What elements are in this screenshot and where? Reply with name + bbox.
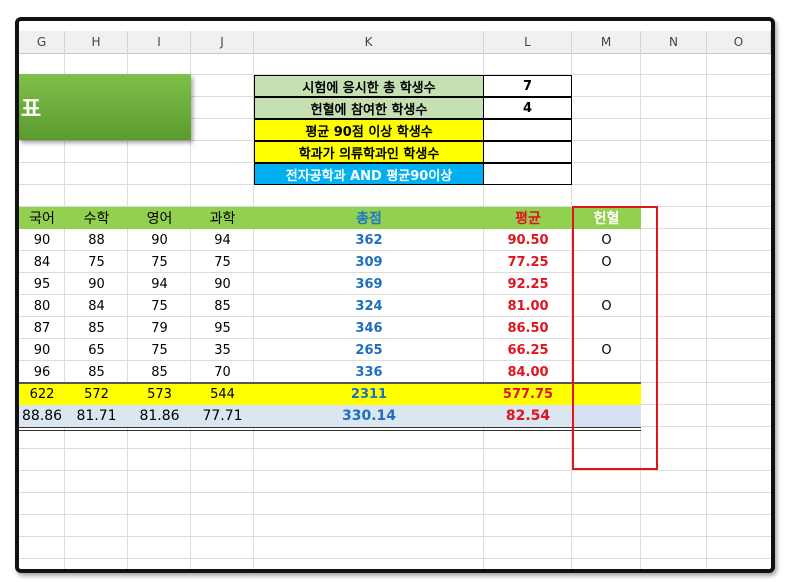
table-data-cell: 95 <box>33 276 51 292</box>
average-row-cell: 77.71 <box>191 405 254 427</box>
info-label: 시험에 응시한 총 학생수 <box>254 75 484 97</box>
table-data-cell: 95 <box>214 320 231 336</box>
average-row-cell: 330.14 <box>254 405 484 427</box>
table-data-cell: 94 <box>151 276 168 292</box>
table-data-cell: 79 <box>151 320 168 336</box>
table-border-bottom <box>19 430 641 431</box>
table-header-cell: 총점 <box>254 207 484 229</box>
table-data-cell: 85 <box>88 320 105 336</box>
table-data-cell: 85 <box>214 298 231 314</box>
table-header-cell: 수학 <box>65 207 128 229</box>
table-data-cell: 96 <box>33 364 51 380</box>
table-data-cell: 75 <box>151 254 168 270</box>
column-header-h[interactable]: H <box>65 31 128 53</box>
table-data-cell: 90 <box>33 342 51 358</box>
column-header-g[interactable]: G <box>19 31 65 53</box>
title-banner: 표 <box>19 74 191 140</box>
table-data-cell: 90 <box>214 276 231 292</box>
info-label: 평균 90점 이상 학생수 <box>254 119 484 141</box>
table-data-cell: 75 <box>88 254 105 270</box>
table-data-cell: 84.00 <box>507 364 549 380</box>
table-data-cell: 75 <box>151 342 168 358</box>
table-data-cell: 84 <box>88 298 105 314</box>
average-row-cell: 82.54 <box>484 405 572 427</box>
gridline-horizontal <box>19 448 771 449</box>
table-data-cell: 86.50 <box>507 320 549 336</box>
column-header-l[interactable]: L <box>484 31 572 53</box>
table-data-cell: 90 <box>151 232 168 248</box>
table-data-cell: 369 <box>355 276 383 292</box>
table-data-cell: 85 <box>88 364 105 380</box>
gridline-horizontal <box>19 492 771 493</box>
table-data-cell: 85 <box>151 364 168 380</box>
info-value[interactable] <box>483 163 572 185</box>
sum-row-cell: 573 <box>128 384 191 405</box>
highlight-box <box>572 206 658 470</box>
column-header-i[interactable]: I <box>128 31 191 53</box>
table-data-cell: 265 <box>355 342 383 358</box>
table-data-cell: 309 <box>355 254 383 270</box>
table-data-cell: 87 <box>33 320 51 336</box>
info-value[interactable]: 4 <box>483 97 572 119</box>
spreadsheet-window: GHIJKLMNO 표 시험에 응시한 총 학생수 7 헌혈에 참여한 학생수 4 평균 … <box>15 17 775 573</box>
table-data-cell: 81.00 <box>507 298 549 314</box>
spreadsheet-grid: GHIJKLMNO 표 시험에 응시한 총 학생수 7 헌혈에 참여한 학생수 4 평균 … <box>19 21 771 569</box>
info-label: 학과가 의류학과인 학생수 <box>254 141 484 163</box>
column-header-j[interactable]: J <box>191 31 254 53</box>
column-header-o[interactable]: O <box>707 31 771 53</box>
table-data-cell: 336 <box>355 364 383 380</box>
table-data-cell: 362 <box>355 232 383 248</box>
sum-row-cell: 544 <box>191 384 254 405</box>
info-value[interactable] <box>483 141 572 163</box>
table-header-cell: 영어 <box>128 207 191 229</box>
gridline-horizontal <box>19 558 771 559</box>
table-data-cell: 80 <box>33 298 51 314</box>
column-header-k[interactable]: K <box>254 31 484 53</box>
table-data-cell: 75 <box>214 254 231 270</box>
sum-row-cell: 577.75 <box>484 384 572 405</box>
table-data-cell: 90.50 <box>507 232 549 248</box>
gridline-horizontal <box>19 514 771 515</box>
table-data-cell: 92.25 <box>507 276 549 292</box>
gridline-horizontal <box>19 470 771 471</box>
average-row-cell: 88.86 <box>19 405 65 427</box>
table-header-cell: 평균 <box>484 207 572 229</box>
table-data-cell: 65 <box>88 342 105 358</box>
table-data-cell: 75 <box>151 298 168 314</box>
info-label: 헌혈에 참여한 학생수 <box>254 97 484 119</box>
table-border-bottom <box>19 427 641 428</box>
info-value[interactable]: 7 <box>483 75 572 97</box>
average-row-cell: 81.71 <box>65 405 128 427</box>
info-value[interactable] <box>483 119 572 141</box>
table-data-cell: 90 <box>88 276 105 292</box>
sum-row-cell: 2311 <box>254 384 484 405</box>
average-row-cell: 81.86 <box>128 405 191 427</box>
column-header-m[interactable]: M <box>572 31 641 53</box>
table-data-cell: 35 <box>214 342 231 358</box>
table-data-cell: 324 <box>355 298 383 314</box>
table-header-cell: 과학 <box>191 207 254 229</box>
table-data-cell: 77.25 <box>507 254 549 270</box>
table-data-cell: 88 <box>88 232 105 248</box>
sum-row-cell: 622 <box>19 384 65 405</box>
sum-row-cell: 572 <box>65 384 128 405</box>
info-label: 전자공학과 AND 평균90이상 <box>254 163 484 185</box>
table-data-cell: 346 <box>355 320 383 336</box>
table-data-cell: 70 <box>214 364 231 380</box>
table-data-cell: 94 <box>214 232 231 248</box>
table-data-cell: 66.25 <box>507 342 549 358</box>
table-data-cell: 90 <box>33 232 51 248</box>
table-data-cell: 84 <box>33 254 51 270</box>
gridline-horizontal <box>19 536 771 537</box>
column-header-row: GHIJKLMNO <box>19 31 771 54</box>
column-header-n[interactable]: N <box>641 31 707 53</box>
table-header-cell: 국어 <box>19 207 65 229</box>
